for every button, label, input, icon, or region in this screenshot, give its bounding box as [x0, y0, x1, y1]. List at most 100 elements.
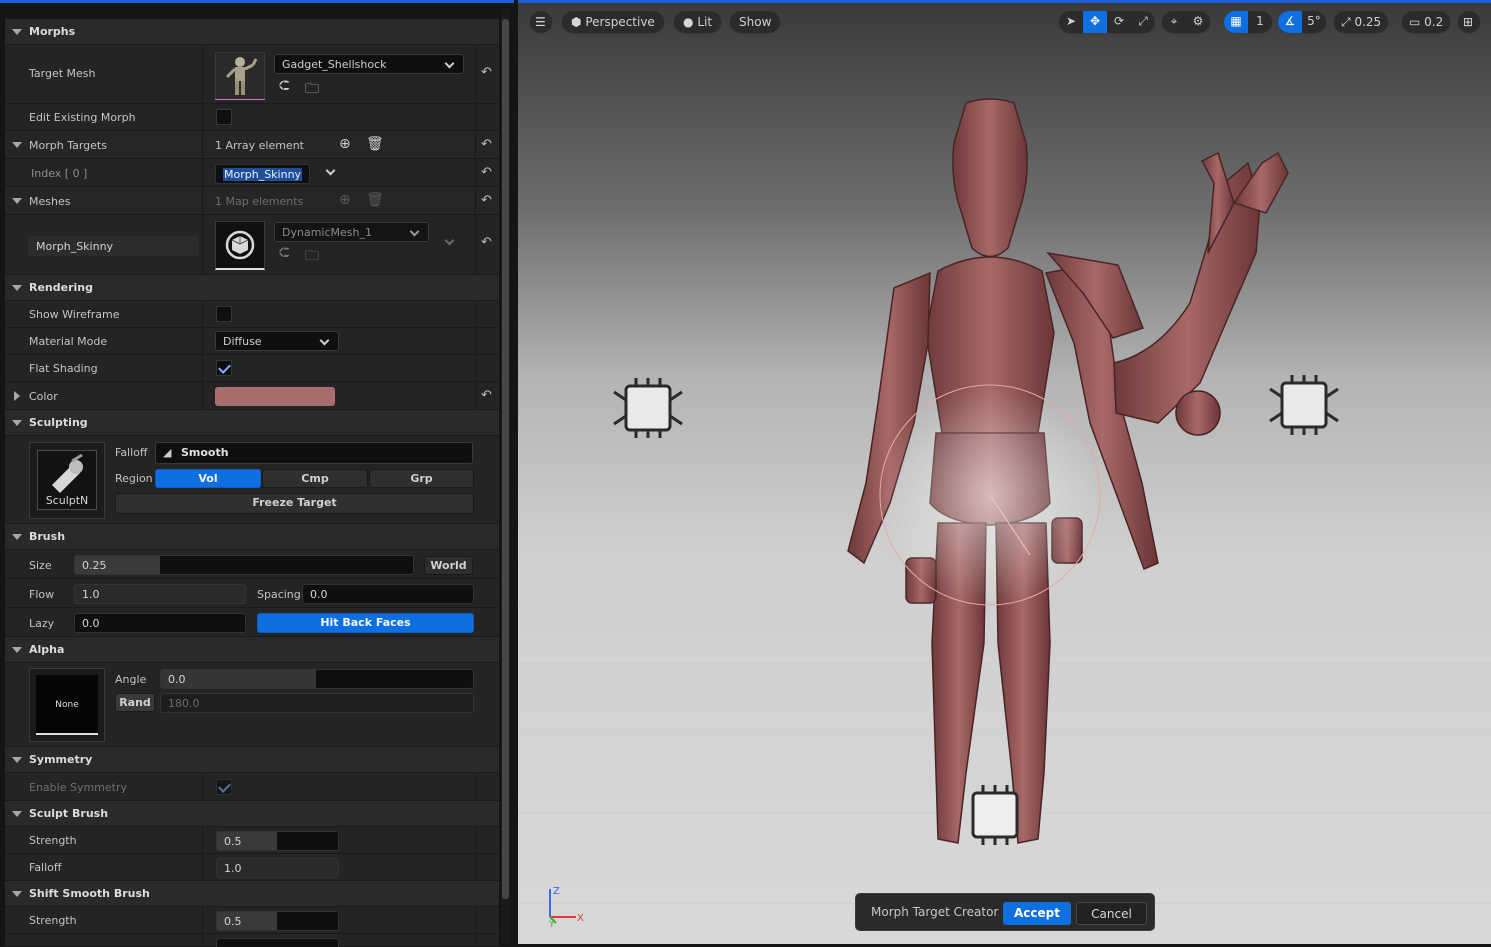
partial-slider[interactable]: [216, 938, 339, 947]
collapse-arrow-icon[interactable]: [12, 198, 22, 204]
section-symmetry[interactable]: Symmetry: [5, 747, 499, 773]
viewport-menu-button[interactable]: ☰: [529, 10, 553, 34]
row-alpha: None Angle 0.0 Rand 180.0: [5, 663, 499, 747]
rand-slider[interactable]: 180.0: [160, 693, 474, 713]
smooth-strength-slider[interactable]: 0.5: [216, 911, 339, 931]
scale-snap-button[interactable]: ⤢ 0.25: [1333, 10, 1390, 34]
use-selected-arrow-icon[interactable]: ⮈: [279, 78, 290, 94]
flow-slider[interactable]: 1.0: [74, 584, 246, 604]
surface-snap-icon[interactable]: ⚙: [1186, 11, 1210, 33]
directional-light-bottom-icon[interactable]: [959, 783, 1031, 847]
morph-name-input[interactable]: Morph_Skinny: [215, 164, 310, 184]
expand-arrow-icon[interactable]: [14, 391, 20, 401]
collapse-arrow-icon[interactable]: [12, 757, 22, 763]
directional-light-right-icon[interactable]: [1268, 373, 1340, 437]
size-slider[interactable]: 0.25: [74, 555, 414, 575]
smooth-falloff-icon: ◢: [163, 446, 172, 459]
camera-speed-button[interactable]: ▭ 0.2: [1401, 10, 1452, 34]
show-wireframe-label: Show Wireframe: [29, 308, 120, 321]
add-element-icon[interactable]: ⊕: [339, 136, 351, 152]
target-mesh-combo[interactable]: Gadget_Shellshock: [274, 54, 464, 74]
hit-back-faces-button[interactable]: Hit Back Faces: [257, 613, 474, 633]
lazy-slider[interactable]: 0.0: [74, 613, 246, 633]
sculpt-falloff-slider[interactable]: 1.0: [216, 858, 339, 878]
freeze-target-button[interactable]: Freeze Target: [115, 493, 474, 514]
collapse-arrow-icon[interactable]: [12, 811, 22, 817]
mesh-value-combo[interactable]: DynamicMesh_1: [274, 222, 429, 242]
viewport[interactable]: ☰ ⬢ Perspective ● Lit Show ➤ ✥ ⟳ ⤢ ⌖ ⚙ ▦…: [518, 0, 1491, 944]
region-grp-button[interactable]: Grp: [369, 469, 474, 488]
show-button[interactable]: Show: [729, 10, 782, 34]
flat-shading-checkbox[interactable]: [216, 360, 232, 376]
sculpt-tool-thumbnail[interactable]: SculptN: [29, 442, 105, 519]
angle-slider[interactable]: 0.0: [160, 669, 474, 689]
enable-symmetry-checkbox[interactable]: [216, 779, 232, 795]
collapse-arrow-icon[interactable]: [12, 534, 22, 540]
reset-arrow-icon[interactable]: ↶: [481, 235, 492, 250]
camera-icon: ▭: [1409, 15, 1421, 29]
scrollbar-thumb[interactable]: [502, 19, 509, 899]
spacing-slider[interactable]: 0.0: [302, 584, 474, 604]
reset-arrow-icon[interactable]: ↶: [481, 165, 492, 180]
collapse-arrow-icon[interactable]: [12, 285, 22, 291]
trash-icon[interactable]: 🗑: [366, 136, 384, 152]
cancel-button[interactable]: Cancel: [1076, 902, 1147, 925]
rotation-snap-value[interactable]: 5°: [1302, 11, 1326, 33]
chevron-down-icon[interactable]: [444, 235, 455, 246]
world-space-icon[interactable]: ⌖: [1162, 11, 1186, 33]
collapse-arrow-icon[interactable]: [12, 891, 22, 897]
rand-button[interactable]: Rand: [115, 693, 155, 712]
size-label: Size: [29, 559, 52, 572]
material-mode-combo[interactable]: Diffuse: [215, 331, 339, 351]
world-button[interactable]: World: [424, 556, 473, 575]
rotate-icon[interactable]: ⟳: [1107, 11, 1131, 33]
reset-arrow-icon[interactable]: ↶: [481, 193, 492, 208]
sculpt-strength-slider[interactable]: 0.5: [216, 831, 339, 851]
use-selected-arrow-icon[interactable]: ⮈: [279, 245, 290, 261]
select-arrow-icon[interactable]: ➤: [1059, 11, 1083, 33]
collapse-arrow-icon[interactable]: [12, 420, 22, 426]
chevron-down-icon[interactable]: [325, 165, 336, 176]
details-scrollbar[interactable]: [501, 9, 510, 943]
section-brush[interactable]: Brush: [5, 524, 499, 550]
reset-arrow-icon[interactable]: ↶: [481, 388, 492, 403]
sculpt-brush-icon: SculptN: [37, 450, 97, 510]
collapse-arrow-icon[interactable]: [12, 647, 22, 653]
add-element-icon[interactable]: ⊕: [339, 192, 351, 208]
browse-folder-icon[interactable]: 🗀: [305, 245, 319, 269]
reset-arrow-icon[interactable]: ↶: [481, 137, 492, 152]
trash-icon[interactable]: 🗑: [366, 192, 384, 208]
scale-icon[interactable]: ⤢: [1131, 11, 1155, 33]
reset-arrow-icon[interactable]: ↶: [481, 65, 492, 80]
directional-light-left-icon[interactable]: [612, 376, 684, 440]
section-sculpting-title: Sculpting: [29, 416, 88, 429]
mesh-thumbnail[interactable]: [215, 221, 265, 270]
section-rendering[interactable]: Rendering: [5, 275, 499, 301]
color-swatch[interactable]: [215, 387, 335, 406]
falloff-combo[interactable]: ◢ Smooth: [155, 442, 473, 464]
accept-button[interactable]: Accept: [1003, 902, 1071, 925]
region-vol-button[interactable]: Vol: [155, 469, 261, 488]
collapse-arrow-icon[interactable]: [12, 29, 22, 35]
alpha-thumbnail[interactable]: None: [29, 668, 105, 742]
grid-snap-value[interactable]: 1: [1248, 11, 1272, 33]
layout-button[interactable]: ⊞: [1457, 10, 1481, 34]
section-shift-smooth[interactable]: Shift Smooth Brush: [5, 881, 499, 907]
edit-existing-checkbox[interactable]: [216, 109, 232, 125]
rotation-snap-icon[interactable]: ∡: [1278, 11, 1302, 33]
perspective-button[interactable]: ⬢ Perspective: [561, 10, 665, 34]
target-mesh-thumbnail[interactable]: [215, 52, 265, 100]
show-wireframe-checkbox[interactable]: [216, 306, 232, 322]
section-alpha[interactable]: Alpha: [5, 637, 499, 663]
grid-snap-icon[interactable]: ▦: [1224, 11, 1248, 33]
translate-icon[interactable]: ✥: [1083, 11, 1107, 33]
collapse-arrow-icon[interactable]: [12, 142, 22, 148]
mesh-key-input[interactable]: Morph_Skinny: [28, 236, 199, 256]
region-cmp-button[interactable]: Cmp: [262, 469, 368, 488]
section-morphs[interactable]: Morphs: [5, 19, 499, 45]
chevron-down-icon: [444, 58, 455, 69]
section-sculpting[interactable]: Sculpting: [5, 410, 499, 436]
browse-folder-icon[interactable]: 🗀: [305, 78, 319, 102]
lit-button[interactable]: ● Lit: [673, 10, 723, 34]
section-sculpt-brush[interactable]: Sculpt Brush: [5, 801, 499, 827]
